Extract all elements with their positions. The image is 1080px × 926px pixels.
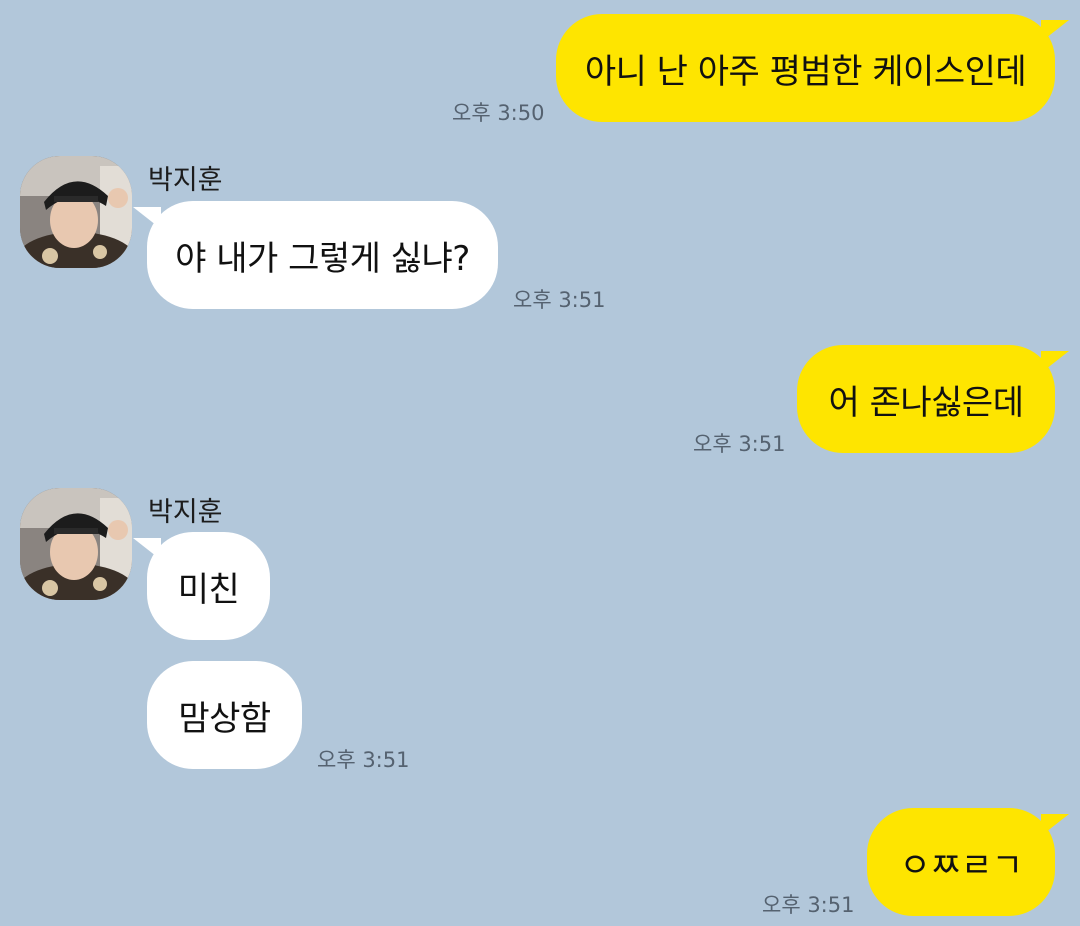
profile-photo-icon (20, 156, 132, 268)
message-timestamp: 오후 3:50 (452, 101, 545, 125)
sender-name: 박지훈 (148, 497, 223, 528)
message-timestamp: 오후 3:51 (317, 748, 410, 772)
bubble-tail (1041, 351, 1069, 373)
bubble-tail (133, 538, 161, 560)
message-timestamp: 오후 3:51 (762, 893, 855, 917)
contact-avatar[interactable] (20, 488, 132, 600)
chat-area[interactable]: 아니 난 아주 평범한 케이스인데 오후 3:50 박지훈 야 내가 그렇게 싫… (0, 0, 1080, 926)
message-text: 야 내가 그렇게 싫냐? (175, 238, 470, 279)
my-message-bubble[interactable]: 어 존나싫은데 (797, 345, 1069, 453)
contact-message-bubble[interactable]: 맘상함 (147, 661, 302, 769)
bubble-tail (1041, 814, 1069, 836)
message-text: 아니 난 아주 평범한 케이스인데 (584, 51, 1027, 92)
contact-avatar[interactable] (20, 156, 132, 268)
message-text: 맘상함 (178, 698, 271, 739)
my-message-bubble[interactable]: ㅇㅉㄹㄱ (867, 808, 1069, 916)
message-text: 미친 (177, 569, 240, 610)
my-message-bubble[interactable]: 아니 난 아주 평범한 케이스인데 (556, 14, 1069, 122)
profile-photo-icon (20, 488, 132, 600)
bubble-tail (133, 207, 161, 229)
contact-message-bubble[interactable]: 미친 (133, 532, 270, 640)
contact-message-bubble[interactable]: 야 내가 그렇게 싫냐? (133, 201, 498, 309)
message-text: 어 존나싫은데 (828, 382, 1025, 423)
message-timestamp: 오후 3:51 (513, 288, 606, 312)
bubble-tail (1041, 20, 1069, 42)
message-timestamp: 오후 3:51 (693, 432, 786, 456)
sender-name: 박지훈 (148, 165, 223, 196)
message-text: ㅇㅉㄹㄱ (899, 845, 1023, 886)
